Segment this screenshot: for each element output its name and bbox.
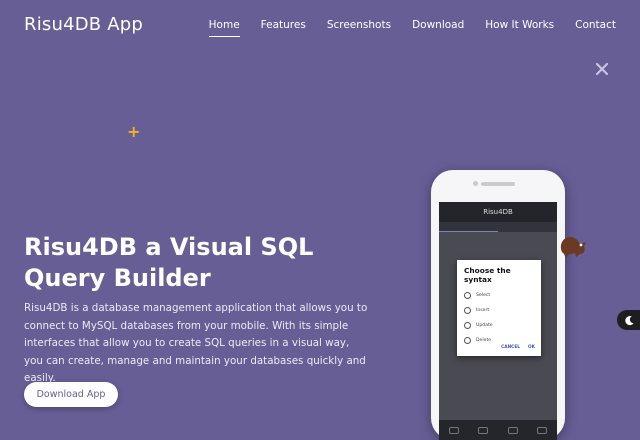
radio-icon xyxy=(464,337,471,344)
option-update[interactable]: Update xyxy=(457,318,541,333)
option-select[interactable]: Select xyxy=(457,288,541,303)
theme-toggle-button[interactable] xyxy=(617,310,640,330)
option-label: Delete xyxy=(476,338,492,343)
app-title-bar: Risu4DB xyxy=(439,202,557,222)
option-label: Insert xyxy=(476,308,490,313)
app-title: Risu4DB xyxy=(483,208,513,216)
dialog-cancel-button[interactable]: CANCEL xyxy=(501,345,520,350)
phone-camera xyxy=(473,181,478,186)
close-icon xyxy=(595,62,609,76)
brand-logo[interactable]: Risu4DB App xyxy=(24,14,143,35)
radio-icon xyxy=(464,292,471,299)
plus-decoration-icon: + xyxy=(127,122,141,141)
bottom-nav-icon xyxy=(507,426,518,434)
nav-how-it-works[interactable]: How It Works xyxy=(485,19,554,31)
main-nav: Home Features Screenshots Download How I… xyxy=(208,19,616,37)
bottom-nav-icon xyxy=(448,426,459,434)
download-app-button[interactable]: Download App xyxy=(24,382,118,407)
dialog-ok-button[interactable]: OK xyxy=(528,345,535,350)
bottom-nav-icon xyxy=(537,426,548,434)
radio-icon xyxy=(464,322,471,329)
dialog-actions: CANCEL OK xyxy=(501,345,535,350)
option-insert[interactable]: Insert xyxy=(457,303,541,318)
nav-screenshots[interactable]: Screenshots xyxy=(327,19,391,31)
radio-icon xyxy=(464,307,471,314)
option-label: Select xyxy=(476,293,491,298)
nav-features[interactable]: Features xyxy=(261,19,306,31)
app-tabs xyxy=(439,222,557,232)
nav-download[interactable]: Download xyxy=(412,19,464,31)
nav-contact[interactable]: Contact xyxy=(575,19,616,31)
syntax-dialog: Choose the syntax Select Insert Update D… xyxy=(457,260,541,356)
bottom-nav-icon xyxy=(478,426,489,434)
moon-icon xyxy=(624,315,634,325)
nav-home[interactable]: Home xyxy=(208,19,240,37)
phone-speaker xyxy=(481,182,515,186)
phone-screen: Risu4DB Choose the syntax Select Insert … xyxy=(439,202,557,440)
phone-mockup: Risu4DB Choose the syntax Select Insert … xyxy=(431,170,565,440)
squirrel-mascot-icon xyxy=(560,236,586,258)
hero-title: Risu4DB a Visual SQL Query Builder xyxy=(24,233,314,292)
hero-description: Risu4DB is a database management applica… xyxy=(24,302,368,384)
option-label: Update xyxy=(476,323,493,328)
app-bottom-nav xyxy=(439,420,557,440)
dialog-title: Choose the syntax xyxy=(464,266,511,284)
